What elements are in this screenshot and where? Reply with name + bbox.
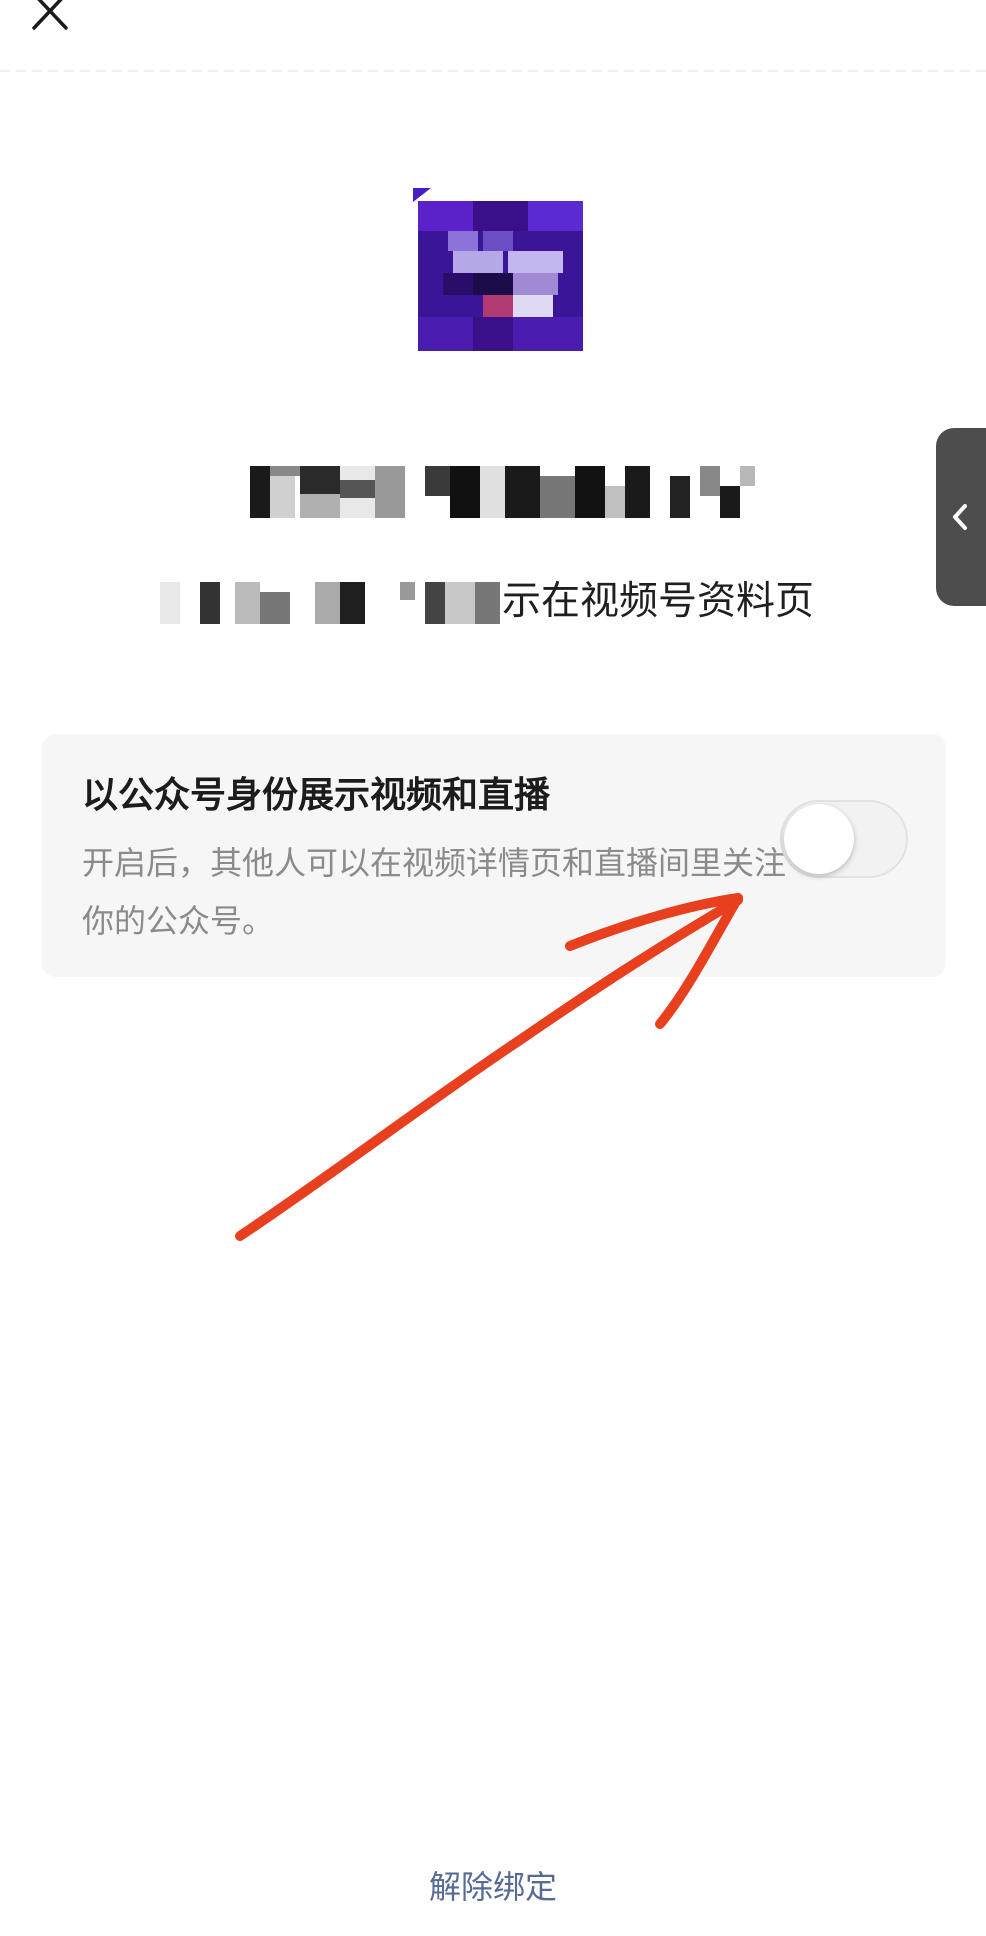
- chevron-left-icon: [953, 504, 967, 530]
- show-as-official-account-toggle[interactable]: [780, 800, 908, 878]
- description-pixelated: [160, 582, 500, 624]
- setting-description: 开启后，其他人可以在视频详情页和直播间里关注你的公众号。: [82, 844, 787, 940]
- header-divider: [0, 70, 986, 72]
- description-text: 示在视频号资料页: [502, 579, 815, 624]
- setting-title: 以公众号身份展示视频和直播: [82, 775, 551, 816]
- close-icon: [32, 0, 68, 30]
- unbind-button[interactable]: 解除绑定: [0, 1862, 986, 1908]
- toggle-knob: [784, 804, 854, 874]
- setting-card: 以公众号身份展示视频和直播 开启后，其他人可以在视频详情页和直播间里关注你的公众…: [42, 734, 946, 977]
- profile-description: 示在视频号资料页: [140, 574, 860, 630]
- side-panel-handle[interactable]: [936, 428, 986, 606]
- avatar: [413, 188, 588, 352]
- account-name: [250, 466, 755, 518]
- close-button[interactable]: [20, 0, 80, 38]
